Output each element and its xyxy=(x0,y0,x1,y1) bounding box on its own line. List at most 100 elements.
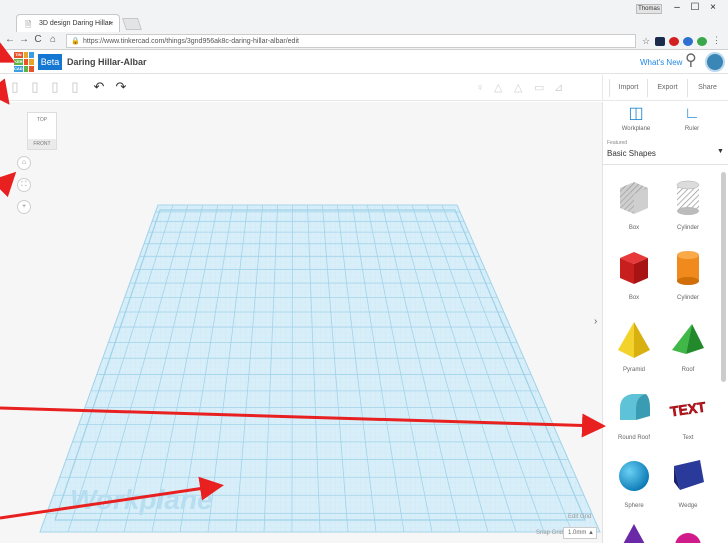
logo-cell xyxy=(29,66,34,72)
close-tab-icon[interactable]: × xyxy=(108,19,113,28)
shape-label: Sphere xyxy=(624,503,644,509)
shape-pyramid[interactable]: Pyramid xyxy=(609,320,659,373)
shape-label: Box xyxy=(628,225,640,231)
box-hole-icon xyxy=(620,182,648,214)
close-window-icon[interactable]: × xyxy=(706,2,720,13)
minimize-icon[interactable]: – xyxy=(670,2,684,13)
import-button[interactable]: Import xyxy=(609,79,647,97)
export-button[interactable]: Export xyxy=(647,79,687,97)
shape-label: Cylinder xyxy=(676,225,699,231)
logo-cell xyxy=(29,59,34,65)
workplane-label: Workplane xyxy=(70,484,213,515)
mirror-icon[interactable]: ⊿ xyxy=(554,82,563,94)
collapse-panel-icon[interactable]: › xyxy=(594,316,597,327)
align-icon[interactable]: ▭ xyxy=(534,82,544,94)
shape-round-roof[interactable]: Round Roof xyxy=(609,388,659,441)
shape-label: Text xyxy=(682,435,694,441)
avatar[interactable] xyxy=(705,52,725,72)
menu-icon[interactable]: ⋮ xyxy=(712,35,721,46)
wedge-icon xyxy=(674,460,704,490)
pyramid-icon xyxy=(618,322,650,358)
shape-box-hole[interactable]: Box xyxy=(609,178,659,231)
logo-letter: CAD xyxy=(14,66,23,72)
category-select[interactable]: Basic Shapes xyxy=(607,149,656,158)
chevron-down-icon[interactable]: ▼ xyxy=(717,148,724,155)
shape-label: Box xyxy=(628,295,640,301)
cone-icon xyxy=(623,524,645,543)
toolbar: ▯ ▯ ▯ ▯ ↶ ↷ ♀ △ △ ▭ ⊿ xyxy=(0,75,602,101)
app-header: TIN KER CAD Beta Daring Hillar-Albar Wha… xyxy=(0,50,728,74)
cylinder-icon xyxy=(677,251,699,285)
shape-label: Wedge xyxy=(678,503,698,509)
shape-sphere[interactable]: Sphere xyxy=(609,456,659,509)
workplane-grid[interactable] xyxy=(0,102,602,543)
logo-cell xyxy=(23,66,29,72)
shape-cylinder[interactable]: Cylinder xyxy=(663,248,713,301)
text-shape-icon: TEXT xyxy=(669,398,708,419)
extension-icon[interactable] xyxy=(655,37,665,46)
home-icon[interactable]: ⌂ xyxy=(47,34,59,45)
shape-cone[interactable] xyxy=(609,522,659,543)
snap-grid-select[interactable]: 1.0mm ▲ xyxy=(563,527,597,539)
ruler-tool[interactable]: ∟ Ruler xyxy=(667,104,717,132)
logo-cell xyxy=(23,59,29,65)
workplane-icon: ◫ xyxy=(628,105,644,122)
ungroup-icon[interactable]: △ xyxy=(514,82,522,94)
logo-cell xyxy=(23,52,29,58)
shape-label: Pyramid xyxy=(622,367,645,373)
roof-icon xyxy=(672,324,704,354)
scrollbar[interactable] xyxy=(721,172,726,382)
design-title[interactable]: Daring Hillar-Albar xyxy=(67,57,147,67)
tab-title: 3D design Daring Hillar- xyxy=(39,20,114,27)
extension-icon[interactable] xyxy=(669,37,679,46)
ruler-icon: ∟ xyxy=(684,105,700,122)
browser-tab[interactable]: 🗎 3D design Daring Hillar- × xyxy=(16,14,120,32)
document-icon: 🗎 xyxy=(25,20,32,29)
copy-icon[interactable]: ▯ xyxy=(28,80,42,94)
shape-wedge[interactable]: Wedge xyxy=(663,456,713,509)
logo-cell xyxy=(29,52,34,58)
redo-icon[interactable]: ↷ xyxy=(114,80,128,94)
ruler-tool-label: Ruler xyxy=(684,126,700,132)
shape-label: Roof xyxy=(681,367,695,373)
extension-icon[interactable] xyxy=(697,37,707,46)
shape-text[interactable]: TEXT Text xyxy=(663,388,713,441)
top-panel: Import Export Share xyxy=(602,75,728,101)
duplicate-icon[interactable]: ▯ xyxy=(48,80,62,94)
workspace[interactable]: TOP FRONT ⌂ ⛶ + Workplane Edit Grid Snap… xyxy=(0,102,602,543)
back-icon[interactable]: ← xyxy=(4,34,16,45)
edit-grid-button[interactable]: Edit Grid xyxy=(568,514,591,520)
divider xyxy=(603,164,728,165)
undo-icon[interactable]: ↶ xyxy=(92,80,106,94)
workplane-tool-label: Workplane xyxy=(621,126,651,132)
light-bulb-icon[interactable]: ♀ xyxy=(476,82,484,94)
box-icon xyxy=(620,252,648,284)
forward-icon[interactable]: → xyxy=(18,34,30,45)
delete-icon[interactable]: ▯ xyxy=(68,80,82,94)
reload-icon[interactable]: C xyxy=(32,34,44,45)
shape-label: Round Roof xyxy=(617,435,651,441)
add-user-icon[interactable]: ⚲ xyxy=(685,53,697,69)
extension-icon[interactable] xyxy=(683,37,693,46)
shape-box[interactable]: Box xyxy=(609,248,659,301)
shape-half-sphere[interactable] xyxy=(663,522,713,543)
paste-icon[interactable]: ▯ xyxy=(8,80,22,94)
half-sphere-icon xyxy=(675,533,701,543)
star-icon[interactable]: ☆ xyxy=(642,36,650,47)
featured-label: Featured xyxy=(607,140,628,146)
shape-cylinder-hole[interactable]: Cylinder xyxy=(663,178,713,231)
cylinder-hole-icon xyxy=(676,180,700,215)
new-tab-button[interactable] xyxy=(122,18,142,30)
group-icon[interactable]: △ xyxy=(494,82,502,94)
profile-badge[interactable]: Thomas xyxy=(636,4,662,14)
shape-roof[interactable]: Roof xyxy=(663,320,713,373)
address-bar[interactable]: 🔒 https://www.tinkercad.com/things/3gnd9… xyxy=(66,34,636,48)
share-button[interactable]: Share xyxy=(687,79,727,97)
sphere-icon xyxy=(619,461,649,491)
whats-new-link[interactable]: What's New xyxy=(640,58,682,67)
maximize-icon[interactable]: ☐ xyxy=(688,2,702,13)
browser-chrome: 🗎 3D design Daring Hillar- × Thomas – ☐ … xyxy=(0,0,728,50)
workplane-tool[interactable]: ◫ Workplane xyxy=(611,104,661,132)
tinkercad-logo[interactable]: TIN KER CAD xyxy=(14,52,34,72)
url-text: https://www.tinkercad.com/things/3gnd956… xyxy=(83,38,299,45)
